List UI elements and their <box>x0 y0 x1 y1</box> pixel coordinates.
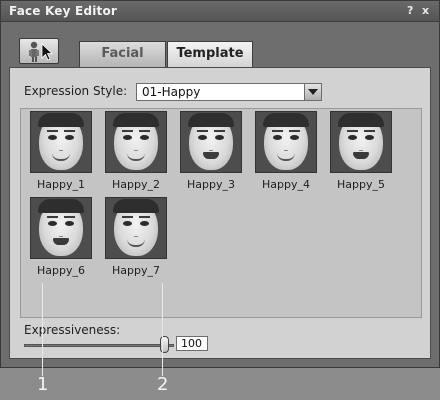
expressiveness-slider-track[interactable] <box>24 344 174 347</box>
template-tile[interactable]: Happy_3 <box>179 111 243 191</box>
expressiveness-value-field[interactable]: 100 <box>176 336 208 351</box>
template-thumbnail[interactable] <box>30 197 92 259</box>
tab-template[interactable]: Template <box>167 41 253 67</box>
template-grid: Happy_1 Happy_2 Happy_3 Happy_4 Happy_5 Happy… <box>20 108 422 318</box>
template-label: Happy_1 <box>37 178 85 191</box>
face-key-editor-window: Face Key Editor ? x Facial Template Expr… <box>0 0 440 368</box>
template-label: Happy_3 <box>187 178 235 191</box>
template-label: Happy_7 <box>112 264 160 277</box>
template-tile[interactable]: Happy_5 <box>329 111 393 191</box>
title-bar[interactable]: Face Key Editor ? x <box>1 1 439 22</box>
template-thumbnail[interactable] <box>30 111 92 173</box>
expression-style-label: Expression Style: <box>24 84 128 98</box>
help-button[interactable]: ? <box>407 4 413 17</box>
template-tile[interactable]: Happy_6 <box>29 197 93 277</box>
expressiveness-label: Expressiveness: <box>24 323 121 337</box>
callout-number-1: 1 <box>37 374 49 395</box>
template-tile[interactable]: Happy_2 <box>104 111 168 191</box>
template-label: Happy_2 <box>112 178 160 191</box>
template-label: Happy_4 <box>262 178 310 191</box>
template-panel: Expression Style: 01-Happy Happy_1 Happy_… <box>9 67 431 359</box>
close-button[interactable]: x <box>422 4 429 17</box>
expression-style-value: 01-Happy <box>142 85 201 99</box>
character-select-button[interactable] <box>19 38 59 64</box>
tab-facial[interactable]: Facial <box>79 41 166 67</box>
callout-number-2: 2 <box>157 374 169 395</box>
template-thumbnail[interactable] <box>105 111 167 173</box>
callout-line-2 <box>162 283 163 376</box>
window-title: Face Key Editor <box>9 4 118 18</box>
callout-line-1 <box>42 283 43 376</box>
template-thumbnail[interactable] <box>255 111 317 173</box>
template-tile[interactable]: Happy_4 <box>254 111 318 191</box>
template-thumbnail[interactable] <box>105 197 167 259</box>
template-label: Happy_5 <box>337 178 385 191</box>
template-thumbnail[interactable] <box>330 111 392 173</box>
template-tile[interactable]: Happy_1 <box>29 111 93 191</box>
chevron-down-icon[interactable] <box>304 84 321 100</box>
template-thumbnail[interactable] <box>180 111 242 173</box>
template-label: Happy_6 <box>37 264 85 277</box>
character-cursor-icon <box>29 41 54 62</box>
expression-style-dropdown[interactable]: 01-Happy <box>136 83 322 101</box>
template-tile[interactable]: Happy_7 <box>104 197 168 277</box>
